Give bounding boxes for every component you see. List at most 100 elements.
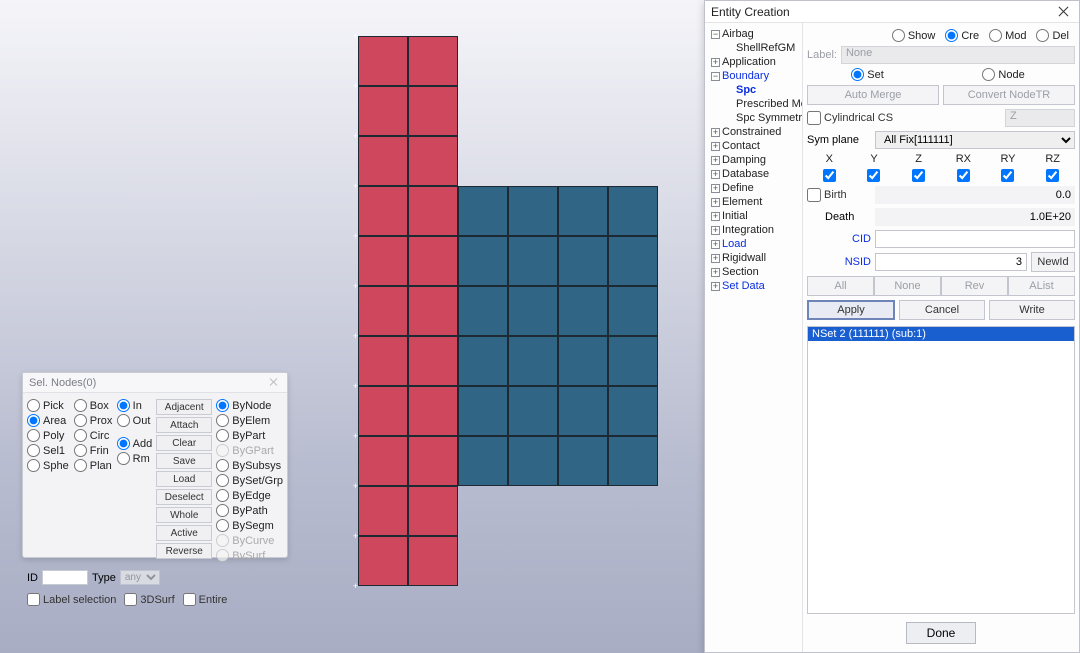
nsid-label: NSID [807, 256, 871, 268]
radio-bypart[interactable]: ByPart [216, 429, 283, 442]
radio-byedge[interactable]: ByEdge [216, 489, 283, 502]
type-label: Type [92, 572, 116, 584]
radio-bysetgrp[interactable]: BySet/Grp [216, 474, 283, 487]
symplane-select[interactable]: All Fix[111111] [875, 131, 1075, 149]
radio-sel1[interactable]: Sel1 [27, 444, 70, 457]
radio-area[interactable]: Area [27, 414, 70, 427]
radio-node[interactable]: Node [982, 68, 1024, 81]
list-item[interactable]: NSet 2 (111111) (sub:1) [808, 327, 1074, 341]
id-input[interactable] [42, 570, 88, 585]
checkbox-label-selection[interactable]: Label selection [27, 593, 116, 606]
dof-ry[interactable] [1001, 169, 1014, 182]
radio-out[interactable]: Out [117, 414, 153, 427]
newid-button[interactable]: NewId [1031, 252, 1075, 272]
attach-button[interactable]: Attach [156, 417, 212, 433]
apply-button[interactable]: Apply [807, 300, 895, 320]
label-select: None [841, 46, 1075, 64]
tree-database[interactable]: +Database [705, 167, 802, 181]
dof-rx[interactable] [957, 169, 970, 182]
tree-setdata[interactable]: +Set Data [705, 279, 802, 293]
checkbox-cylindrical[interactable]: Cylindrical CS [807, 111, 893, 125]
sel-nodes-title: Sel. Nodes(0) [29, 373, 96, 393]
tree-boundary[interactable]: −Boundary [705, 69, 802, 83]
adjacent-button[interactable]: Adjacent [156, 399, 212, 415]
write-button[interactable]: Write [989, 300, 1075, 320]
cid-input[interactable] [875, 230, 1075, 248]
radio-sphe[interactable]: Sphe [27, 459, 70, 472]
tree-spc[interactable]: Spc [705, 83, 802, 97]
radio-poly[interactable]: Poly [27, 429, 70, 442]
save-button[interactable]: Save [156, 453, 212, 469]
cid-label: CID [807, 233, 871, 245]
cyl-axis-select: Z [1005, 109, 1075, 127]
tree-prescribed[interactable]: Prescribed Motion(BPM) [705, 97, 802, 111]
mesh-red [358, 36, 458, 586]
radio-bysurf: BySurf [216, 549, 283, 562]
radio-bysubsys[interactable]: BySubsys [216, 459, 283, 472]
radio-plan[interactable]: Plan [74, 459, 113, 472]
radio-in[interactable]: In [117, 399, 153, 412]
radio-rm[interactable]: Rm [117, 452, 153, 465]
radio-cre[interactable]: Cre [945, 29, 979, 42]
rev-button: Rev [941, 276, 1008, 296]
radio-bynode[interactable]: ByNode [216, 399, 283, 412]
birth-input[interactable] [875, 186, 1075, 204]
tree-shellrefgm[interactable]: ShellRefGM [705, 41, 802, 55]
radio-add[interactable]: Add [117, 437, 153, 450]
tree-constrained[interactable]: +Constrained [705, 125, 802, 139]
radio-pick[interactable]: Pick [27, 399, 70, 412]
tree-load[interactable]: +Load [705, 237, 802, 251]
dof-rz[interactable] [1046, 169, 1059, 182]
death-label: Death [807, 211, 871, 223]
entity-list[interactable]: NSet 2 (111111) (sub:1) [807, 326, 1075, 614]
type-select: any [120, 570, 160, 585]
dof-x[interactable] [823, 169, 836, 182]
done-button[interactable]: Done [906, 622, 976, 644]
checkbox-3dsurf[interactable]: 3DSurf [124, 593, 174, 606]
radio-byelem[interactable]: ByElem [216, 414, 283, 427]
radio-prox[interactable]: Prox [74, 414, 113, 427]
active-button[interactable]: Active [156, 525, 212, 541]
checkbox-entire[interactable]: Entire [183, 593, 228, 606]
label-lbl: Label: [807, 49, 837, 61]
tree-section[interactable]: +Section [705, 265, 802, 279]
nsid-input[interactable] [875, 253, 1027, 271]
entity-tree[interactable]: −Airbag ShellRefGM +Application −Boundar… [705, 23, 803, 652]
close-icon[interactable] [267, 376, 281, 390]
entity-creation-titlebar[interactable]: Entity Creation [705, 1, 1079, 23]
radio-show[interactable]: Show [892, 29, 936, 42]
close-icon[interactable] [1055, 3, 1073, 21]
symplane-label: Sym plane [807, 134, 871, 146]
dof-z[interactable] [912, 169, 925, 182]
tree-integration[interactable]: +Integration [705, 223, 802, 237]
tree-element[interactable]: +Element [705, 195, 802, 209]
radio-mod[interactable]: Mod [989, 29, 1026, 42]
radio-circ[interactable]: Circ [74, 429, 113, 442]
tree-define[interactable]: +Define [705, 181, 802, 195]
tree-rigidwall[interactable]: +Rigidwall [705, 251, 802, 265]
tree-sym[interactable]: Spc Symmetry Plane [705, 111, 802, 125]
load-button[interactable]: Load [156, 471, 212, 487]
clear-button[interactable]: Clear [156, 435, 212, 451]
dof-y[interactable] [867, 169, 880, 182]
tree-damping[interactable]: +Damping [705, 153, 802, 167]
tree-contact[interactable]: +Contact [705, 139, 802, 153]
tree-initial[interactable]: +Initial [705, 209, 802, 223]
cancel-button[interactable]: Cancel [899, 300, 985, 320]
sel-nodes-titlebar[interactable]: Sel. Nodes(0) [23, 373, 287, 393]
radio-box[interactable]: Box [74, 399, 113, 412]
all-button: All [807, 276, 874, 296]
radio-set[interactable]: Set [851, 68, 884, 81]
radio-bypath[interactable]: ByPath [216, 504, 283, 517]
entity-properties: Show Cre Mod Del Label: None Set Node Au… [803, 23, 1079, 652]
whole-button[interactable]: Whole [156, 507, 212, 523]
tree-airbag[interactable]: −Airbag [705, 27, 802, 41]
radio-frin[interactable]: Frin [74, 444, 113, 457]
deselect-button[interactable]: Deselect [156, 489, 212, 505]
reverse-button[interactable]: Reverse [156, 543, 212, 559]
radio-del[interactable]: Del [1036, 29, 1069, 42]
radio-bysegm[interactable]: BySegm [216, 519, 283, 532]
checkbox-birth[interactable]: Birth [807, 188, 871, 202]
death-input[interactable] [875, 208, 1075, 226]
tree-application[interactable]: +Application [705, 55, 802, 69]
